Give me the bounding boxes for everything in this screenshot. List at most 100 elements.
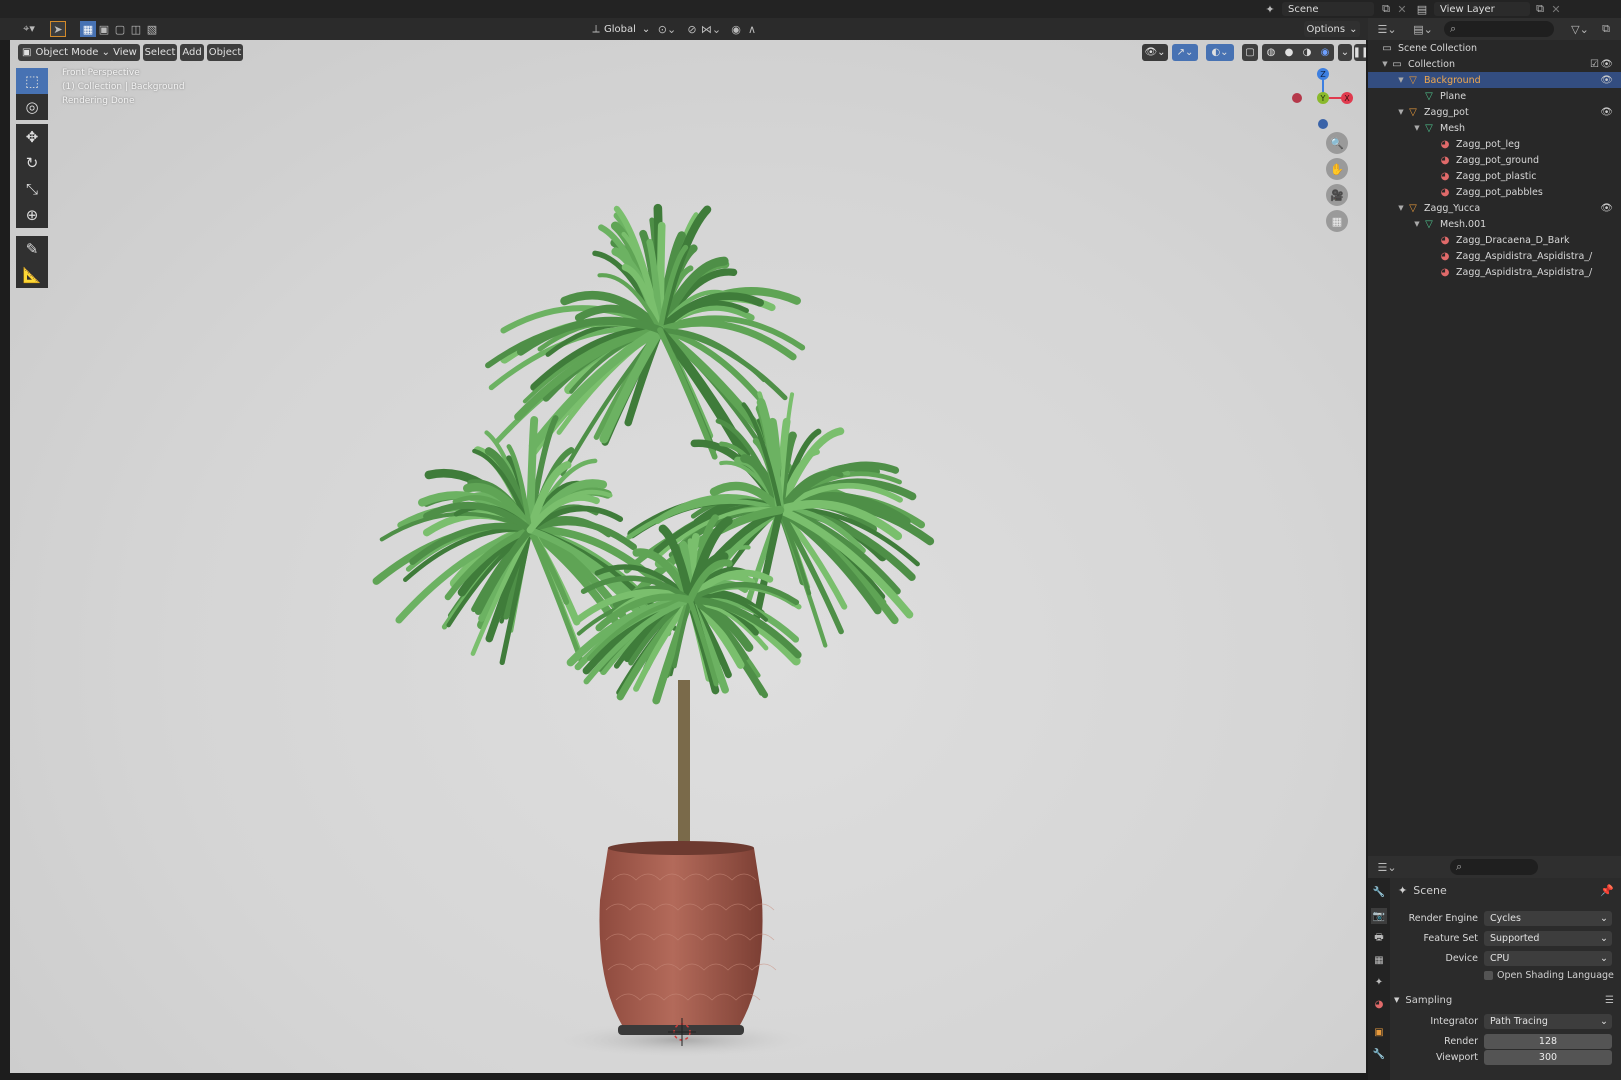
outliner-row-material[interactable]: ◕ Zagg_pot_leg <box>1368 136 1621 152</box>
move-tool-icon[interactable]: ✥ <box>16 124 48 150</box>
gizmo-neg-z-axis[interactable] <box>1318 119 1328 129</box>
options-dropdown[interactable]: Options ⌄ <box>1304 21 1360 37</box>
new-scene-icon[interactable]: ⧉ <box>1378 1 1394 17</box>
select-mode-invert-icon[interactable]: ◫ <box>128 21 144 37</box>
filter-icon[interactable]: ▽⌄ <box>1568 21 1592 37</box>
scale-tool-icon[interactable]: ⤡ <box>16 176 48 202</box>
cursor-tool-icon[interactable]: ◎ <box>16 94 48 120</box>
shading-mode-group[interactable]: ◍ ● ◑ ◉ <box>1262 44 1334 61</box>
delete-scene-icon[interactable]: ✕ <box>1394 1 1410 17</box>
outliner-row-material[interactable]: ◕ Zagg_Aspidistra_Aspidistra_/ <box>1368 264 1621 280</box>
select-tool-icon[interactable]: ➤ <box>50 21 66 37</box>
measure-tool-icon[interactable]: 📐 <box>16 262 48 288</box>
outliner-row-mesh-001[interactable]: ▼ ▽ Mesh.001 <box>1368 216 1621 232</box>
editor-type-icon[interactable]: ⌖▾ <box>18 21 40 37</box>
zoom-view-icon[interactable]: 🔍 <box>1326 132 1348 154</box>
falloff-icon[interactable]: ∧ <box>744 21 760 37</box>
pause-render-icon[interactable]: ❚❚ <box>1353 44 1366 61</box>
eye-icon[interactable]: 👁 <box>1600 75 1613 86</box>
outliner-row-plane[interactable]: ▽ Plane <box>1368 88 1621 104</box>
expand-triangle-icon[interactable]: ▼ <box>1396 204 1406 212</box>
outliner-row-material[interactable]: ◕ Zagg_pot_ground <box>1368 152 1621 168</box>
camera-view-icon[interactable]: 🎥 <box>1326 184 1348 206</box>
new-view-layer-icon[interactable]: ⧉ <box>1532 1 1548 17</box>
rotate-tool-icon[interactable]: ↻ <box>16 150 48 176</box>
material-shading-icon[interactable]: ◑ <box>1303 47 1312 58</box>
properties-search-input[interactable]: ⌕ <box>1450 859 1538 875</box>
outliner-row-zagg-pot[interactable]: ▼ ▽ Zagg_pot 👁 <box>1368 104 1621 120</box>
outliner-row-background[interactable]: ▼ ▽ Background 👁 <box>1368 72 1621 88</box>
visibility-toggle-icon[interactable]: 👁⌄ <box>1142 44 1168 61</box>
proportional-edit-icon[interactable]: ◉ <box>728 21 744 37</box>
outliner-row-collection[interactable]: ▼ ▭ Collection ☑ 👁 <box>1368 56 1621 72</box>
3d-viewport[interactable]: ▣ Object Mode ⌄ View Select Add Object F… <box>10 40 1366 1073</box>
expand-triangle-icon[interactable]: ▼ <box>1412 220 1422 228</box>
shading-options-icon[interactable]: ⌄ <box>1338 44 1352 61</box>
pivot-point-icon[interactable]: ⊙⌄ <box>656 21 678 37</box>
sampling-panel-header[interactable]: ▼ Sampling ☰ <box>1394 992 1614 1008</box>
outliner-editor-type-icon[interactable]: ☰⌄ <box>1376 21 1398 37</box>
outliner-row-material[interactable]: ◕ Zagg_Aspidistra_Aspidistra_/ <box>1368 248 1621 264</box>
solid-shading-icon[interactable]: ● <box>1285 47 1294 58</box>
mode-dropdown[interactable]: ▣ Object Mode ⌄ <box>18 44 114 61</box>
feature-set-dropdown[interactable]: Supported ⌄ <box>1484 931 1612 946</box>
view-layer-selector[interactable]: View Layer <box>1434 2 1530 16</box>
expand-triangle-icon[interactable]: ▼ <box>1380 60 1390 68</box>
render-engine-dropdown[interactable]: Cycles ⌄ <box>1484 911 1612 926</box>
eye-icon[interactable]: 👁 <box>1600 59 1613 70</box>
transform-orientation-dropdown[interactable]: Global ⌄ <box>604 21 652 37</box>
outliner-row-mesh[interactable]: ▼ ▽ Mesh <box>1368 120 1621 136</box>
menu-view[interactable]: View <box>110 44 140 61</box>
ortho-toggle-icon[interactable]: ▦ <box>1326 210 1348 232</box>
expand-triangle-icon[interactable]: ▼ <box>1396 76 1406 84</box>
menu-select[interactable]: Select <box>143 44 177 61</box>
menu-object[interactable]: Object <box>207 44 243 61</box>
outliner-row-material[interactable]: ◕ Zagg_pot_plastic <box>1368 168 1621 184</box>
delete-view-layer-icon[interactable]: ✕ <box>1548 1 1564 17</box>
select-box-tool-icon[interactable]: ⬚ <box>16 68 48 94</box>
outliner-row-material[interactable]: ◕ Zagg_Dracaena_D_Bark <box>1368 232 1621 248</box>
select-mode-intersect-icon[interactable]: ▧ <box>144 21 160 37</box>
render-samples-field[interactable]: 128 <box>1484 1034 1612 1049</box>
xray-toggle-icon[interactable]: ▢ <box>1242 44 1258 61</box>
select-mode-subtract-icon[interactable]: ▢ <box>112 21 128 37</box>
snap-toggle-icon[interactable]: ⊘ <box>684 21 700 37</box>
world-tab-icon[interactable]: ◕ <box>1371 996 1387 1012</box>
wireframe-shading-icon[interactable]: ◍ <box>1267 47 1276 58</box>
outliner-row-zagg-yucca[interactable]: ▼ ▽ Zagg_Yucca 👁 <box>1368 200 1621 216</box>
overlay-toggle-icon[interactable]: ◐⌄ <box>1206 44 1234 61</box>
pan-view-icon[interactable]: ✋ <box>1326 158 1348 180</box>
scene-selector[interactable]: Scene <box>1282 2 1374 16</box>
eye-icon[interactable]: 👁 <box>1600 203 1613 214</box>
viewport-samples-field[interactable]: 300 <box>1484 1050 1612 1065</box>
osl-checkbox[interactable] <box>1484 971 1493 980</box>
eye-icon[interactable]: 👁 <box>1600 107 1613 118</box>
view-layer-icon[interactable]: ▤ <box>1414 1 1430 17</box>
osl-checkbox-row[interactable]: Open Shading Language <box>1484 970 1614 981</box>
expand-triangle-icon[interactable]: ▼ <box>1412 124 1422 132</box>
display-mode-icon[interactable]: ▤⌄ <box>1412 21 1434 37</box>
select-mode-extend-icon[interactable]: ▣ <box>96 21 112 37</box>
gizmo-neg-x-axis[interactable] <box>1292 93 1302 103</box>
rendered-shading-icon[interactable]: ◉ <box>1321 47 1330 58</box>
presets-list-icon[interactable]: ☰ <box>1605 995 1614 1006</box>
gizmo-toggle-icon[interactable]: ↗⌄ <box>1172 44 1198 61</box>
menu-add[interactable]: Add <box>180 44 204 61</box>
scene-tab-icon[interactable]: ✦ <box>1371 974 1387 990</box>
device-dropdown[interactable]: CPU ⌄ <box>1484 951 1612 966</box>
pin-icon[interactable]: 📌 <box>1600 884 1614 897</box>
snap-element-icon[interactable]: ⋈⌄ <box>700 21 722 37</box>
checkbox-icon[interactable]: ☑ <box>1590 59 1599 70</box>
integrator-dropdown[interactable]: Path Tracing ⌄ <box>1484 1014 1612 1029</box>
scene-icon[interactable]: ✦ <box>1262 1 1278 17</box>
new-collection-icon[interactable]: ⧉ <box>1598 21 1614 37</box>
annotate-tool-icon[interactable]: ✎ <box>16 236 48 262</box>
select-mode-new-icon[interactable]: ▦ <box>80 21 96 37</box>
tool-tab-icon[interactable]: 🔧 <box>1371 884 1387 900</box>
transform-tool-icon[interactable]: ⊕ <box>16 202 48 228</box>
expand-triangle-icon[interactable]: ▼ <box>1396 108 1406 116</box>
outliner-row-material[interactable]: ◕ Zagg_pot_pabbles <box>1368 184 1621 200</box>
properties-editor-type-icon[interactable]: ☰⌄ <box>1376 859 1398 875</box>
navigation-gizmo[interactable]: Z X Y <box>1290 62 1356 142</box>
outliner-search-input[interactable]: ⌕ <box>1444 21 1554 37</box>
